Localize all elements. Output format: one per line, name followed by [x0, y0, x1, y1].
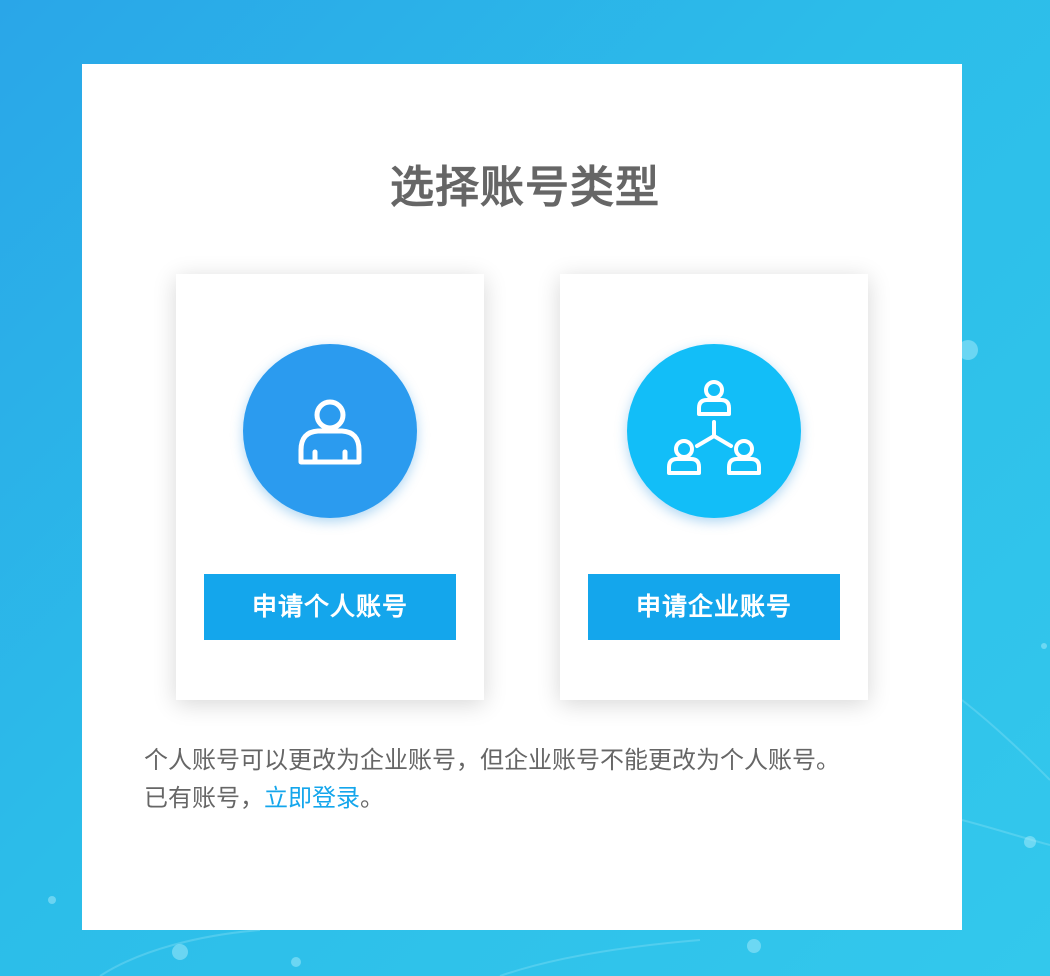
account-note: 个人账号可以更改为企业账号，但企业账号不能更改为个人账号。 已有账号，立即登录。 — [144, 741, 924, 817]
page-title: 选择账号类型 — [390, 162, 660, 213]
login-link[interactable]: 立即登录 — [264, 784, 360, 812]
enterprise-avatar-circle — [627, 344, 801, 518]
note-line-2-suffix: 。 — [360, 784, 384, 812]
organization-icon — [667, 380, 761, 475]
enterprise-account-card[interactable]: 申请企业账号 — [560, 274, 868, 700]
personal-account-card[interactable]: 申请个人账号 — [176, 274, 484, 700]
personal-avatar-circle — [243, 344, 417, 518]
note-line-2: 已有账号，立即登录。 — [144, 779, 924, 817]
apply-personal-account-button[interactable]: 申请个人账号 — [204, 574, 456, 640]
note-line-2-prefix: 已有账号， — [144, 784, 264, 812]
note-line-1: 个人账号可以更改为企业账号，但企业账号不能更改为个人账号。 — [144, 746, 840, 774]
user-icon — [298, 399, 362, 465]
apply-enterprise-account-button[interactable]: 申请企业账号 — [588, 574, 840, 640]
